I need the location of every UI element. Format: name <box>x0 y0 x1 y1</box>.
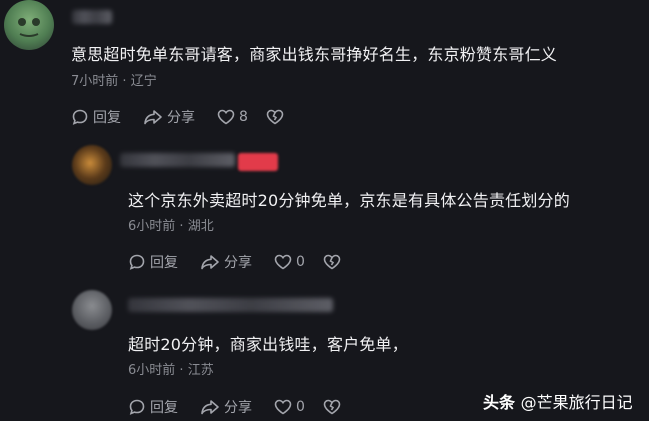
broken-heart-icon <box>323 254 341 270</box>
commenter-name-blurred[interactable] <box>120 153 235 167</box>
share-label: 分享 <box>167 110 195 126</box>
watermark: 头条 @芒果旅行日记 <box>483 389 633 413</box>
reply-icon <box>129 254 145 270</box>
dislike-button[interactable] <box>323 399 345 415</box>
commenter-name-blurred[interactable] <box>72 10 112 24</box>
meta-separator: · <box>179 219 184 234</box>
like-count: 8 <box>239 109 248 125</box>
comment-time: 6小时前 <box>128 219 176 234</box>
commenter-avatar[interactable] <box>72 290 112 330</box>
reply-label: 回复 <box>150 400 178 416</box>
broken-heart-icon <box>323 399 341 415</box>
comment-meta: 6小时前 · 湖北 <box>128 215 214 234</box>
reply-button[interactable]: 回复 <box>128 397 178 417</box>
comment-content: 这个京东外卖超时20分钟免单，京东是有具体公告责任划分的 <box>128 191 570 210</box>
heart-icon <box>217 109 235 125</box>
like-button[interactable]: 8 <box>217 109 248 125</box>
commenter-avatar[interactable] <box>72 145 112 185</box>
share-button[interactable]: 分享 <box>200 397 252 417</box>
reply-button[interactable]: 回复 <box>128 252 178 272</box>
comment-content: 超时20分钟，商家出钱哇，客户免单， <box>128 335 408 354</box>
author-tag-blurred <box>238 153 278 171</box>
share-button[interactable]: 分享 <box>143 107 195 127</box>
reply-icon <box>72 109 88 125</box>
comment-content: 意思超时免单东哥请客，商家出钱东哥挣好名生，东京粉赞东哥仁义 <box>71 45 558 64</box>
watermark-handle: @芒果旅行日记 <box>520 393 633 412</box>
comment-location: 湖北 <box>187 219 214 234</box>
comment-location: 江苏 <box>187 363 214 378</box>
share-icon <box>144 110 162 125</box>
dislike-button[interactable] <box>323 254 345 270</box>
share-label: 分享 <box>224 255 252 271</box>
comment-meta: 6小时前 · 江苏 <box>128 359 214 378</box>
commenter-name-blurred[interactable] <box>128 298 333 312</box>
share-button[interactable]: 分享 <box>200 252 252 272</box>
heart-icon <box>274 399 292 415</box>
reply-label: 回复 <box>150 255 178 271</box>
dislike-button[interactable] <box>266 109 288 125</box>
heart-icon <box>274 254 292 270</box>
share-icon <box>201 255 219 270</box>
comment-meta: 7小时前 · 辽宁 <box>71 70 157 89</box>
reply-button[interactable]: 回复 <box>71 107 121 127</box>
reply-icon <box>129 399 145 415</box>
like-count: 0 <box>296 399 305 415</box>
share-label: 分享 <box>224 400 252 416</box>
like-count: 0 <box>296 254 305 270</box>
broken-heart-icon <box>266 109 284 125</box>
like-button[interactable]: 0 <box>274 254 305 270</box>
comment-actions: 回复 分享 0 <box>128 397 367 417</box>
share-icon <box>201 400 219 415</box>
comment-time: 7小时前 <box>71 74 119 89</box>
comment-actions: 回复 分享 0 <box>128 252 367 272</box>
meta-separator: · <box>179 363 184 378</box>
comment-actions: 回复 分享 8 <box>71 107 310 127</box>
avatar-face-icon <box>18 18 40 37</box>
reply-label: 回复 <box>93 110 121 126</box>
comment-location: 辽宁 <box>130 74 157 89</box>
watermark-brand: 头条 <box>483 393 516 412</box>
commenter-avatar[interactable] <box>4 0 54 50</box>
meta-separator: · <box>122 74 127 89</box>
like-button[interactable]: 0 <box>274 399 305 415</box>
comment-time: 6小时前 <box>128 363 176 378</box>
